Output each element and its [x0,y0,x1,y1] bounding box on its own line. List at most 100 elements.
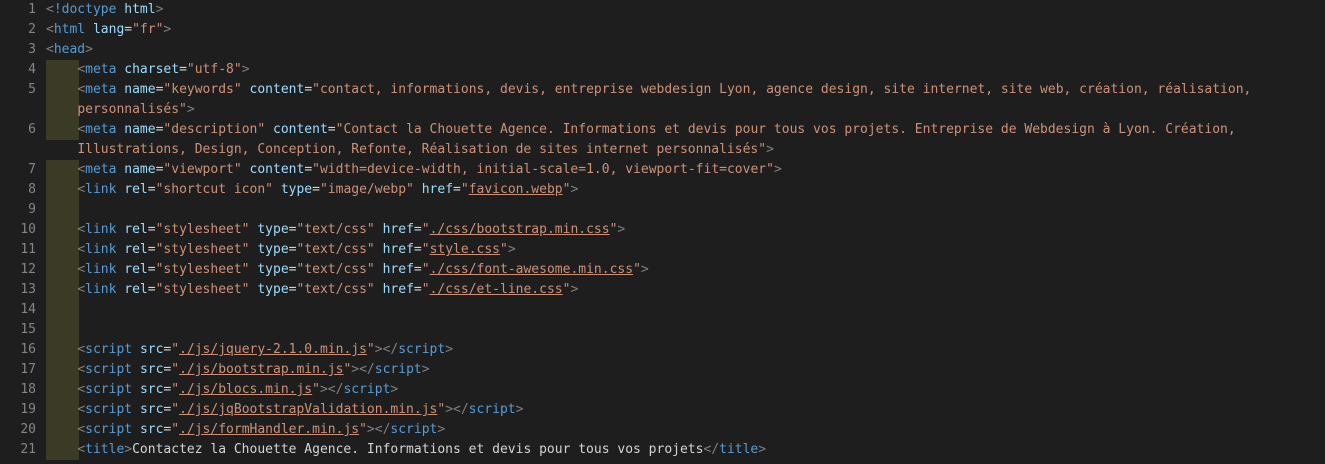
code-token: "viewport" [163,162,242,177]
code-line[interactable]: 10 <link rel="stylesheet" type="text/css… [0,220,1325,240]
code-line[interactable]: 7 <meta name="viewport" content="width=d… [0,160,1325,180]
code-token: script [398,342,446,357]
code-line[interactable]: 18 <script src="./js/blocs.min.js"></scr… [0,380,1325,400]
code-line[interactable]: 17 <script src="./js/bootstrap.min.js"><… [0,360,1325,380]
code-line[interactable]: 2 <html lang="fr"> [0,20,1325,40]
code-token: "stylesheet" [155,222,250,237]
code-content: <meta name="keywords" content="contact, … [46,80,1251,100]
code-token: = [327,122,336,137]
code-token: html [124,2,156,17]
code-token: rel [124,242,148,257]
code-token: script [468,402,516,417]
code-token: link [85,282,117,297]
code-token: type [257,242,289,257]
code-token: src [139,422,164,437]
code-token: > [758,442,767,457]
code-line[interactable]: 12 <link rel="stylesheet" type="text/css… [0,260,1325,280]
code-token: > [766,142,774,157]
code-line[interactable]: 21 <title>Contactez la Chouette Agence. … [0,440,1325,460]
code-token: href [382,262,414,277]
indent-guide [46,320,79,340]
code-token: personnalisés" [77,102,187,117]
code-line[interactable]: personnalisés"> [0,100,1325,120]
code-token: "utf-8" [186,62,242,77]
code-line[interactable]: 11 <link rel="stylesheet" type="text/css… [0,240,1325,260]
code-line[interactable]: 19 <script src="./js/jqBootstrapValidati… [0,400,1325,420]
code-content: <meta name="viewport" content="width=dev… [46,160,782,180]
code-token: lang [92,22,125,37]
code-token: charset [124,62,180,77]
code-line[interactable]: 6 <meta name="description" content="Cont… [0,120,1325,140]
code-token: "Contact la Chouette Agence. Information… [335,122,1236,137]
indent-guide [46,200,79,220]
code-line[interactable]: 15 [0,320,1325,340]
code-content: <script src="./js/jquery-2.1.0.min.js"><… [46,340,453,360]
code-line[interactable]: 1 <!doctype html> [0,0,1325,20]
code-line[interactable]: 13 <link rel="stylesheet" type="text/css… [0,280,1325,300]
code-token: "stylesheet" [155,262,250,277]
code-editor[interactable]: 1 <!doctype html> 2 <html lang="fr"> 3 <head>… [0,0,1325,464]
code-line[interactable]: 3 <head> [0,40,1325,60]
code-line[interactable]: 4 <meta charset="utf-8"> [0,60,1325,80]
code-token: ></ [351,362,375,377]
indent-guide [46,300,79,320]
code-token: " [421,222,430,237]
line-number: 6 [28,122,36,137]
code-line[interactable]: 16 <script src="./js/jquery-2.1.0.min.js… [0,340,1325,360]
code-token: < [77,262,86,277]
code-token: rel [124,182,148,197]
code-token: script [85,382,133,397]
code-token: title [85,442,125,457]
code-token: " [171,342,180,357]
code-token: > [241,62,250,77]
code-token: "keywords" [163,82,242,97]
code-content: Illustrations, Design, Conception, Refon… [46,140,774,160]
code-token: "text/css" [296,262,375,277]
code-token: > [437,422,446,437]
code-line[interactable]: Illustrations, Design, Conception, Refon… [0,140,1325,160]
code-token: = [413,242,422,257]
code-token: script [390,422,438,437]
code-token: "stylesheet" [155,242,250,257]
line-number: 12 [20,262,36,277]
code-token: < [77,242,86,257]
code-token: meta [85,82,117,97]
code-token: = [304,82,313,97]
code-token: < [46,2,54,17]
code-line[interactable]: 20 <script src="./js/formHandler.min.js"… [0,420,1325,440]
code-token: Illustrations, Design, Conception, Refon… [77,142,767,157]
code-token: "description" [163,122,266,137]
code-token: < [77,382,86,397]
code-content: <!doctype html> [46,0,163,20]
code-line[interactable]: 14 [0,300,1325,320]
code-token: > [773,162,782,177]
code-token: meta [85,122,117,137]
code-line[interactable]: 8 <link rel="shortcut icon" type="image/… [0,180,1325,200]
code-content: <link rel="stylesheet" type="text/css" h… [46,220,625,240]
line-number: 4 [28,62,36,77]
code-token: name [124,82,156,97]
code-line[interactable]: 5 <meta name="keywords" content="contact… [0,80,1325,100]
code-token: = [312,182,320,197]
code-content: <script src="./js/jqBootstrapValidation.… [46,400,523,420]
code-token: "stylesheet" [155,282,250,297]
code-token: content [249,82,305,97]
code-token: "text/css" [296,242,375,257]
code-line[interactable]: 9 [0,200,1325,220]
code-token: " [421,282,430,297]
code-token: href [382,242,414,257]
code-token: src [139,342,164,357]
code-token: src [139,402,164,417]
code-content: <meta name="description" content="Contac… [46,120,1236,140]
code-token: " [421,242,430,257]
code-token: > [155,2,164,17]
